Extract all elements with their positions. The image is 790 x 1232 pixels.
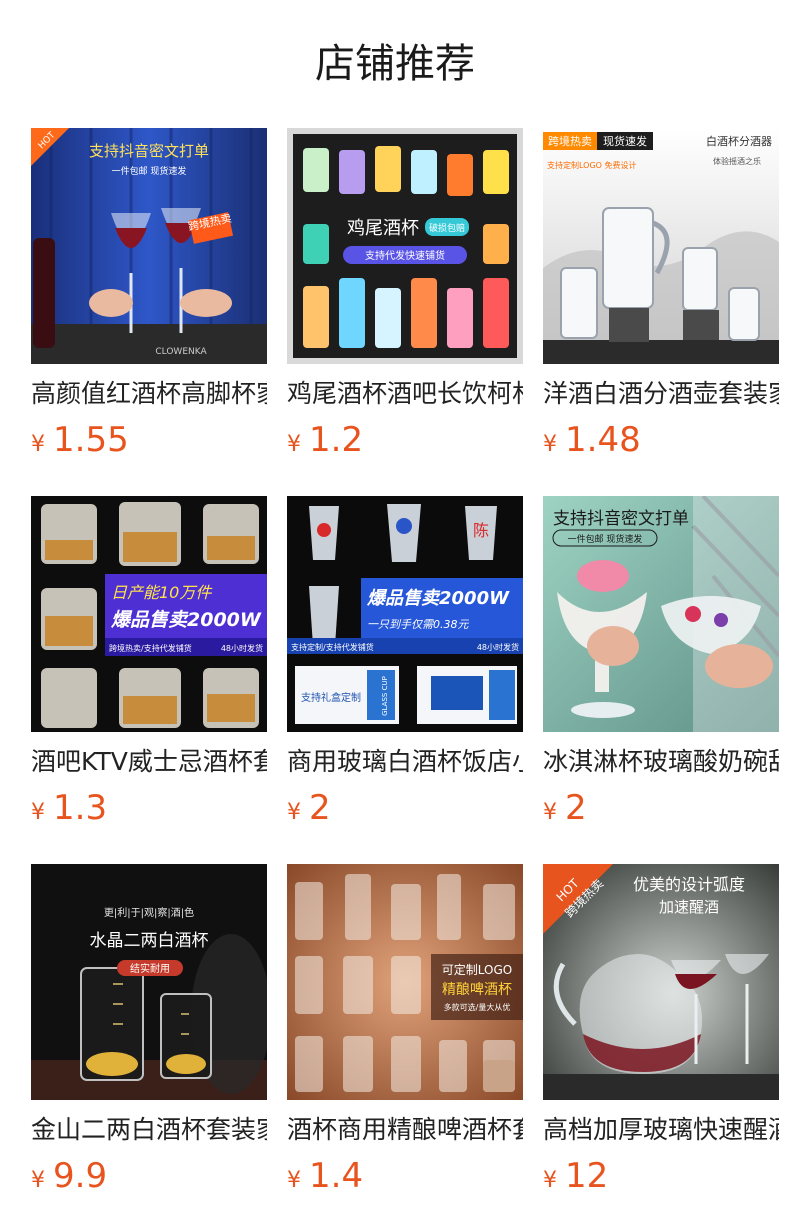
overlay-text: 多款可选/量大从优 bbox=[444, 1002, 511, 1012]
overlay-text: 爆品售卖2000W bbox=[366, 588, 510, 609]
product-image[interactable]: 跨境热卖 现货速发 白酒杯分酒器 支持定制LOGO 免费设计 体验摇酒之乐 bbox=[543, 128, 779, 364]
currency-symbol: ¥ bbox=[31, 800, 45, 825]
product-card[interactable]: 更|利|于|观|察|酒|色 水晶二两白酒杯 结实耐用 金山二两白酒杯套装家用 ¥… bbox=[31, 864, 267, 1200]
overlay-text: 支持代发快速铺货 bbox=[365, 249, 445, 262]
product-card[interactable]: HOT 跨境热卖 优美的设计弧度 加速醒酒 高档加厚玻璃快速醒酒器 ¥12 bbox=[543, 864, 779, 1200]
product-card[interactable]: 跨境热卖 现货速发 白酒杯分酒器 支持定制LOGO 免费设计 体验摇酒之乐 洋酒… bbox=[543, 128, 779, 464]
product-price: ¥1.48 bbox=[543, 416, 779, 464]
product-card[interactable]: 支持抖音密文打单 一件包邮 现货速发 跨境热卖 HOT CLOWENKA 高颜值… bbox=[31, 128, 267, 464]
product-name[interactable]: 酒杯商用精酿啤酒杯套装 bbox=[287, 1112, 523, 1148]
currency-symbol: ¥ bbox=[543, 800, 557, 825]
overlay-text: 白酒杯分酒器 bbox=[706, 134, 772, 148]
product-price: ¥1.2 bbox=[287, 416, 523, 464]
product-card[interactable]: 陈 爆品售卖2000W 一只到手仅需0.38元 支持定制/支持代发铺货 48小时… bbox=[287, 496, 523, 832]
price-amount: 2 bbox=[309, 788, 331, 828]
price-amount: 1.2 bbox=[309, 420, 364, 460]
product-image[interactable]: 支持抖音密文打单 一件包邮 现货速发 跨境热卖 HOT CLOWENKA bbox=[31, 128, 267, 364]
overlay-text: 48小时发货 bbox=[221, 643, 263, 653]
product-image[interactable]: 支持抖音密文打单 一件包邮 现货速发 bbox=[543, 496, 779, 732]
product-image[interactable]: HOT 跨境热卖 优美的设计弧度 加速醒酒 bbox=[543, 864, 779, 1100]
overlay-text: 结实耐用 bbox=[130, 962, 170, 975]
currency-symbol: ¥ bbox=[31, 1168, 45, 1193]
product-name[interactable]: 洋酒白酒分酒壶套装家用 bbox=[543, 376, 779, 412]
overlay-text: 支持礼盒定制 bbox=[301, 691, 361, 704]
price-amount: 9.9 bbox=[53, 1156, 108, 1196]
page-title: 店铺推荐 bbox=[315, 41, 475, 87]
currency-symbol: ¥ bbox=[287, 432, 301, 457]
overlay-text: 优美的设计弧度 bbox=[633, 875, 745, 894]
product-price: ¥2 bbox=[543, 784, 779, 832]
product-image[interactable]: 鸡尾酒杯 破损包赔 支持代发快速铺货 bbox=[287, 128, 523, 364]
overlay-text: 体验摇酒之乐 bbox=[713, 156, 761, 166]
product-name[interactable]: 鸡尾酒杯酒吧长饮柯林杯 bbox=[287, 376, 523, 412]
overlay-text: 一只到手仅需0.38元 bbox=[367, 618, 469, 631]
price-amount: 2 bbox=[565, 788, 587, 828]
product-name[interactable]: 高颜值红酒杯高脚杯家用 bbox=[31, 376, 267, 412]
overlay-text: 跨境热卖 bbox=[548, 134, 592, 148]
overlay-text: 支持抖音密文打单 bbox=[89, 142, 209, 160]
product-image[interactable]: 陈 爆品售卖2000W 一只到手仅需0.38元 支持定制/支持代发铺货 48小时… bbox=[287, 496, 523, 732]
overlay-text: 一件包邮 现货速发 bbox=[568, 533, 643, 545]
product-price: ¥2 bbox=[287, 784, 523, 832]
overlay-text: 鸡尾酒杯 bbox=[347, 218, 419, 239]
product-image[interactable]: 可定制LOGO 精酿啤酒杯 多款可选/量大从优 bbox=[287, 864, 523, 1100]
overlay-text: 支持抖音密文打单 bbox=[553, 509, 689, 529]
price-amount: 1.55 bbox=[53, 420, 129, 460]
product-name[interactable]: 酒吧KTV威士忌酒杯套装 bbox=[31, 744, 267, 780]
overlay-text: GLASS CUP bbox=[381, 676, 389, 716]
product-price: ¥1.3 bbox=[31, 784, 267, 832]
overlay-text: 支持定制/支持代发铺货 bbox=[291, 642, 374, 652]
product-price: ¥1.55 bbox=[31, 416, 267, 464]
overlay-text: 日产能10万件 bbox=[111, 583, 213, 602]
currency-symbol: ¥ bbox=[31, 432, 45, 457]
price-amount: 12 bbox=[565, 1156, 609, 1196]
currency-symbol: ¥ bbox=[543, 432, 557, 457]
overlay-text: 更|利|于|观|察|酒|色 bbox=[104, 906, 194, 919]
price-amount: 1.4 bbox=[309, 1156, 364, 1196]
overlay-text: 现货速发 bbox=[603, 134, 647, 148]
price-amount: 1.48 bbox=[565, 420, 641, 460]
product-card[interactable]: 鸡尾酒杯 破损包赔 支持代发快速铺货 鸡尾酒杯酒吧长饮柯林杯 ¥1.2 bbox=[287, 128, 523, 464]
overlay-text: 支持定制LOGO 免费设计 bbox=[547, 160, 637, 170]
price-amount: 1.3 bbox=[53, 788, 108, 828]
product-price: ¥1.4 bbox=[287, 1152, 523, 1200]
overlay-text: CLOWENKA bbox=[155, 347, 207, 357]
currency-symbol: ¥ bbox=[543, 1168, 557, 1193]
overlay-text: 精酿啤酒杯 bbox=[442, 982, 512, 998]
overlay-text: 破损包赔 bbox=[429, 222, 465, 234]
overlay-text: 可定制LOGO bbox=[442, 962, 512, 977]
product-price: ¥12 bbox=[543, 1152, 779, 1200]
product-card[interactable]: 支持抖音密文打单 一件包邮 现货速发 冰淇淋杯玻璃酸奶碗甜品杯 ¥2 bbox=[543, 496, 779, 832]
overlay-text: 爆品售卖2000W bbox=[111, 609, 262, 631]
product-name[interactable]: 冰淇淋杯玻璃酸奶碗甜品杯 bbox=[543, 744, 779, 780]
overlay-text: 一件包邮 现货速发 bbox=[112, 165, 187, 177]
overlay-text: 跨境热卖/支持代发铺货 bbox=[109, 643, 192, 653]
overlay-text: 48小时发货 bbox=[477, 642, 519, 652]
overlay-text: 加速醒酒 bbox=[659, 898, 719, 916]
currency-symbol: ¥ bbox=[287, 800, 301, 825]
currency-symbol: ¥ bbox=[287, 1168, 301, 1193]
svg-text:陈: 陈 bbox=[473, 521, 489, 540]
product-price: ¥9.9 bbox=[31, 1152, 267, 1200]
product-card[interactable]: 日产能10万件 爆品售卖2000W 跨境热卖/支持代发铺货 48小时发货 酒吧K… bbox=[31, 496, 267, 832]
product-image[interactable]: 更|利|于|观|察|酒|色 水晶二两白酒杯 结实耐用 bbox=[31, 864, 267, 1100]
product-name[interactable]: 金山二两白酒杯套装家用 bbox=[31, 1112, 267, 1148]
overlay-text: 水晶二两白酒杯 bbox=[90, 931, 209, 951]
product-image[interactable]: 日产能10万件 爆品售卖2000W 跨境热卖/支持代发铺货 48小时发货 bbox=[31, 496, 267, 732]
product-name[interactable]: 商用玻璃白酒杯饭店小酒杯 bbox=[287, 744, 523, 780]
product-name[interactable]: 高档加厚玻璃快速醒酒器 bbox=[543, 1112, 779, 1148]
product-card[interactable]: 可定制LOGO 精酿啤酒杯 多款可选/量大从优 酒杯商用精酿啤酒杯套装 ¥1.4 bbox=[287, 864, 523, 1200]
